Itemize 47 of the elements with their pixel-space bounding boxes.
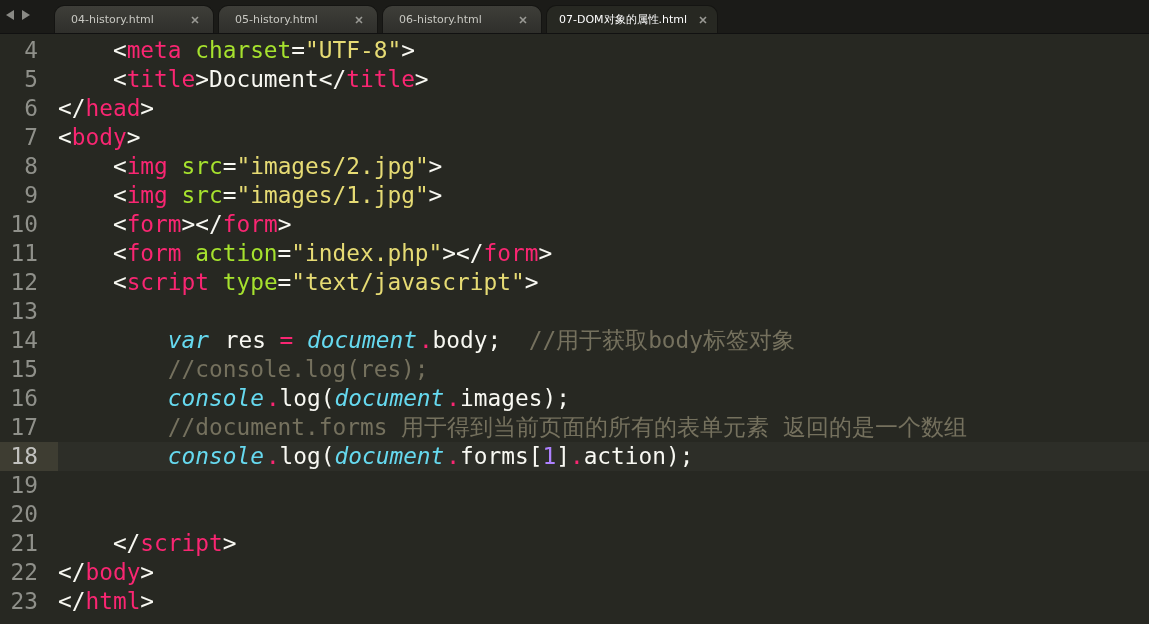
code-line: </html> xyxy=(58,587,155,616)
code-line: //document.forms 用于得到当前页面的所有的表单元素 返回的是一个数组 xyxy=(166,413,967,442)
line-number: 22 xyxy=(9,558,39,587)
line-number: 13 xyxy=(9,297,39,326)
close-icon[interactable] xyxy=(519,15,527,24)
code-line: <script type="text/javascript"> xyxy=(111,268,539,297)
line-number: 11 xyxy=(9,239,39,268)
code-line: console.log(document.forms[1].action); xyxy=(166,442,694,471)
line-number: 6 xyxy=(23,94,39,123)
code-line: var res = document.body; //用于获取body标签对象 xyxy=(166,326,796,355)
line-number: 17 xyxy=(9,413,39,442)
code-line: console.log(document.images); xyxy=(166,384,570,413)
code-line: </head> xyxy=(58,94,155,123)
right-arrow-icon[interactable] xyxy=(21,9,30,20)
line-number: 15 xyxy=(9,355,39,384)
code-line: </script> xyxy=(111,529,237,558)
line-number: 21 xyxy=(9,529,39,558)
code-line: <form action="index.php"></form> xyxy=(111,239,553,268)
line-number: 19 xyxy=(9,471,39,500)
code-line: <form></form> xyxy=(111,210,292,239)
line-number: 10 xyxy=(9,210,39,239)
file-tab[interactable]: 05-history.html xyxy=(218,5,378,33)
line-number: 23 xyxy=(9,587,39,616)
code-line: <title>Document</title> xyxy=(111,65,429,94)
line-number: 9 xyxy=(23,181,39,210)
line-number: 5 xyxy=(23,65,39,94)
code-line: <meta charset="UTF-8"> xyxy=(111,36,415,65)
left-arrow-icon[interactable] xyxy=(6,9,15,20)
line-number: 18 xyxy=(0,442,58,471)
code-line: <img src="images/2.jpg"> xyxy=(111,152,443,181)
line-number: 20 xyxy=(9,500,39,529)
close-icon[interactable] xyxy=(699,15,707,24)
file-tab[interactable]: 06-history.html xyxy=(382,5,542,33)
line-number: 4 xyxy=(23,36,39,65)
line-number: 8 xyxy=(23,152,39,181)
code-line: //console.log(res); xyxy=(166,355,429,384)
close-icon[interactable] xyxy=(191,15,199,24)
code-line: <img src="images/1.jpg"> xyxy=(111,181,443,210)
file-tab[interactable]: 07-DOM对象的属性.html xyxy=(546,5,718,33)
code-line: </body> xyxy=(58,558,155,587)
line-number: 14 xyxy=(9,326,39,355)
file-tab[interactable]: 04-history.html xyxy=(54,5,214,33)
line-number: 12 xyxy=(9,268,39,297)
code-line: <body> xyxy=(58,123,141,152)
line-number: 7 xyxy=(23,123,39,152)
line-number: 16 xyxy=(9,384,39,413)
close-icon[interactable] xyxy=(355,15,363,24)
